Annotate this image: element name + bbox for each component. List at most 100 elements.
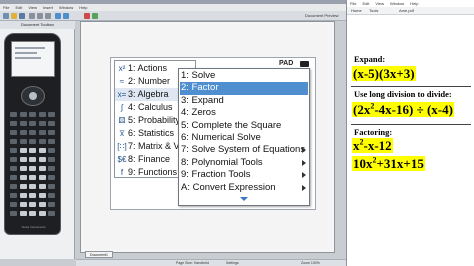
keypad-key[interactable] [48, 139, 55, 144]
keypad-key[interactable] [48, 148, 55, 153]
keypad-key[interactable] [38, 112, 46, 117]
keypad-key[interactable] [19, 112, 27, 117]
keypad-key[interactable] [29, 139, 36, 144]
keypad-key[interactable] [38, 184, 46, 189]
keypad-key[interactable] [38, 193, 46, 198]
pdf-home-tab[interactable]: Home [351, 7, 362, 15]
keypad-key[interactable] [10, 148, 17, 153]
undo-icon[interactable] [55, 13, 61, 19]
settings-status[interactable]: Settings [226, 260, 239, 266]
insert-page-icon[interactable] [84, 13, 90, 19]
keypad-key[interactable] [10, 130, 17, 135]
menu-file[interactable]: File [0, 4, 12, 10]
keypad-key[interactable] [19, 157, 27, 162]
keypad-key[interactable] [19, 193, 27, 198]
keypad-key[interactable] [10, 175, 17, 180]
submenu-item[interactable]: 6: Numerical Solve [180, 132, 308, 144]
keypad-key[interactable] [38, 157, 46, 162]
keypad-key[interactable] [48, 112, 55, 117]
menu-insert[interactable]: Insert [40, 4, 56, 10]
scroll-down-icon[interactable] [240, 197, 248, 201]
keypad-key[interactable] [29, 121, 36, 126]
keypad-key[interactable] [48, 121, 55, 126]
keypad-key[interactable] [38, 148, 46, 153]
page-size-status[interactable]: Page Size: Handheld [176, 260, 209, 266]
zoom-status[interactable]: Zoom 100% [301, 260, 320, 266]
keypad-key[interactable] [38, 211, 46, 216]
keypad-key[interactable] [19, 139, 27, 144]
touchpad[interactable] [21, 86, 45, 106]
keypad-key[interactable] [10, 193, 17, 198]
keypad-key[interactable] [29, 148, 36, 153]
insert-problem-icon[interactable] [92, 13, 98, 19]
pdf-menu-edit[interactable]: Edit [359, 0, 372, 7]
pdf-menu-file[interactable]: File [347, 0, 359, 7]
keypad-key[interactable] [10, 166, 17, 171]
menu-edit[interactable]: Edit [12, 4, 25, 10]
keypad-key[interactable] [48, 184, 55, 189]
document-preview-label[interactable]: Document Preview [305, 11, 339, 21]
submenu-item[interactable]: 1: Solve [180, 70, 308, 82]
submenu-item[interactable]: A: Convert Expression [180, 182, 308, 194]
keypad-key[interactable] [19, 202, 27, 207]
submenu-item[interactable]: 3: Expand [180, 95, 308, 107]
keypad-key[interactable] [10, 211, 17, 216]
keypad-key[interactable] [29, 193, 36, 198]
pdf-file-tab[interactable]: Ame.pdf [399, 7, 414, 15]
submenu-item[interactable]: 4: Zeros [180, 107, 308, 119]
keypad-key[interactable] [29, 157, 36, 162]
pdf-menu-window[interactable]: Window [387, 0, 407, 7]
submenu-item[interactable]: 9: Fraction Tools [180, 169, 308, 181]
submenu-item[interactable]: 5: Complete the Square [180, 120, 308, 132]
menu-view[interactable]: View [25, 4, 40, 10]
keypad-key[interactable] [19, 184, 27, 189]
pdf-tools-tab[interactable]: Tools [369, 7, 378, 15]
keypad-key[interactable] [19, 175, 27, 180]
keypad-key[interactable] [29, 211, 36, 216]
keypad-key[interactable] [38, 139, 46, 144]
keypad-key[interactable] [38, 175, 46, 180]
keypad-key[interactable] [19, 130, 27, 135]
touchpad-center[interactable] [29, 92, 37, 100]
keypad-key[interactable] [48, 130, 55, 135]
menu-window[interactable]: Window [56, 4, 76, 10]
keypad-key[interactable] [10, 202, 17, 207]
keypad-key[interactable] [29, 175, 36, 180]
keypad-key[interactable] [19, 166, 27, 171]
keypad-key[interactable] [29, 130, 36, 135]
keypad-key[interactable] [38, 130, 46, 135]
save-icon[interactable] [19, 13, 25, 19]
copy-icon[interactable] [37, 13, 43, 19]
keypad-key[interactable] [19, 121, 27, 126]
paste-icon[interactable] [45, 13, 51, 19]
keypad-key[interactable] [19, 148, 27, 153]
keypad-key[interactable] [29, 184, 36, 189]
pdf-menu-help[interactable]: Help [407, 0, 421, 7]
menu-help[interactable]: Help [76, 4, 90, 10]
keypad-key[interactable] [29, 166, 36, 171]
keypad-key[interactable] [19, 211, 27, 216]
document-tab[interactable]: Document1 [85, 251, 113, 258]
keypad-key[interactable] [10, 121, 17, 126]
cut-icon[interactable] [29, 13, 35, 19]
keypad-key[interactable] [48, 157, 55, 162]
keypad-key[interactable] [48, 193, 55, 198]
keypad-key[interactable] [29, 112, 36, 117]
keypad-key[interactable] [29, 202, 36, 207]
keypad-key[interactable] [10, 112, 17, 117]
submenu-item[interactable]: 8: Polynomial Tools [180, 157, 308, 169]
keypad-key[interactable] [48, 166, 55, 171]
keypad-key[interactable] [10, 184, 17, 189]
keypad-key[interactable] [38, 166, 46, 171]
keypad-key[interactable] [38, 202, 46, 207]
keypad-key[interactable] [38, 121, 46, 126]
keypad-key[interactable] [48, 202, 55, 207]
new-document-icon[interactable] [3, 13, 9, 19]
submenu-item[interactable]: 2: Factor [180, 82, 308, 95]
pdf-menu-view[interactable]: View [372, 0, 387, 7]
keypad-key[interactable] [10, 139, 17, 144]
keypad-key[interactable] [48, 211, 55, 216]
keypad-key[interactable] [10, 157, 17, 162]
redo-icon[interactable] [63, 13, 69, 19]
keypad-key[interactable] [48, 175, 55, 180]
